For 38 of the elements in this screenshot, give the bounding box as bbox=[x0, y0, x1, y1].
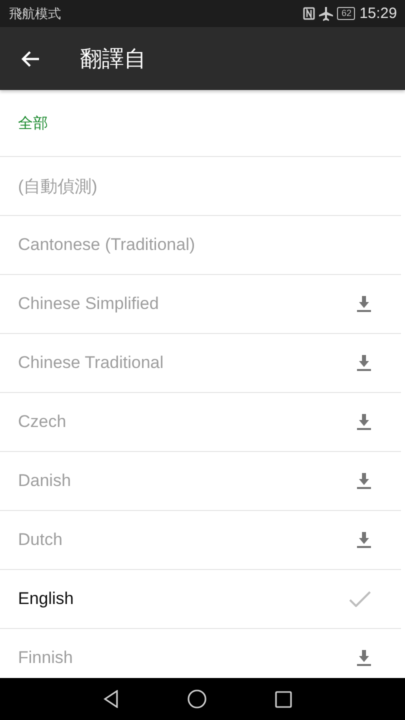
download-icon[interactable] bbox=[357, 473, 371, 489]
circle-icon bbox=[187, 689, 207, 709]
download-icon[interactable] bbox=[357, 650, 371, 666]
back-button[interactable] bbox=[20, 50, 40, 68]
language-item[interactable]: Dutch bbox=[0, 511, 401, 570]
download-icon[interactable] bbox=[357, 355, 371, 371]
download-icon[interactable] bbox=[357, 296, 371, 312]
airplane-icon bbox=[319, 6, 334, 20]
language-name: English bbox=[18, 589, 74, 609]
language-item[interactable]: Chinese Traditional bbox=[0, 334, 401, 393]
language-item[interactable]: Cantonese (Traditional) bbox=[0, 216, 401, 275]
screen-title: 翻譯自 bbox=[80, 44, 146, 72]
language-name: Dutch bbox=[18, 530, 62, 550]
square-icon bbox=[275, 690, 292, 708]
language-item[interactable]: Chinese Simplified bbox=[0, 275, 401, 334]
section-title: 全部 bbox=[18, 114, 48, 132]
language-item[interactable]: (自動偵測) bbox=[0, 157, 401, 216]
language-name: Chinese Simplified bbox=[18, 294, 159, 314]
language-name: (自動偵測) bbox=[18, 176, 98, 198]
language-name: Chinese Traditional bbox=[18, 353, 164, 373]
language-name: Cantonese (Traditional) bbox=[18, 235, 196, 255]
language-name: Danish bbox=[18, 471, 71, 491]
language-item[interactable]: English bbox=[0, 570, 401, 629]
download-icon[interactable] bbox=[357, 414, 371, 430]
language-name: Finnish bbox=[18, 648, 73, 668]
clock-time: 15:29 bbox=[359, 5, 397, 22]
download-icon[interactable] bbox=[357, 532, 371, 548]
language-item[interactable]: Danish bbox=[0, 452, 401, 511]
back-nav-button[interactable] bbox=[103, 690, 119, 708]
battery-level: 62 bbox=[337, 7, 356, 20]
status-text: 飛航模式 bbox=[9, 4, 61, 22]
language-name: Czech bbox=[18, 412, 66, 432]
language-item[interactable]: Czech bbox=[0, 393, 401, 452]
recents-button[interactable] bbox=[275, 690, 292, 708]
nfc-icon bbox=[303, 7, 316, 20]
triangle-icon bbox=[103, 690, 119, 708]
home-button[interactable] bbox=[187, 689, 207, 709]
back-arrow-icon bbox=[20, 50, 40, 68]
